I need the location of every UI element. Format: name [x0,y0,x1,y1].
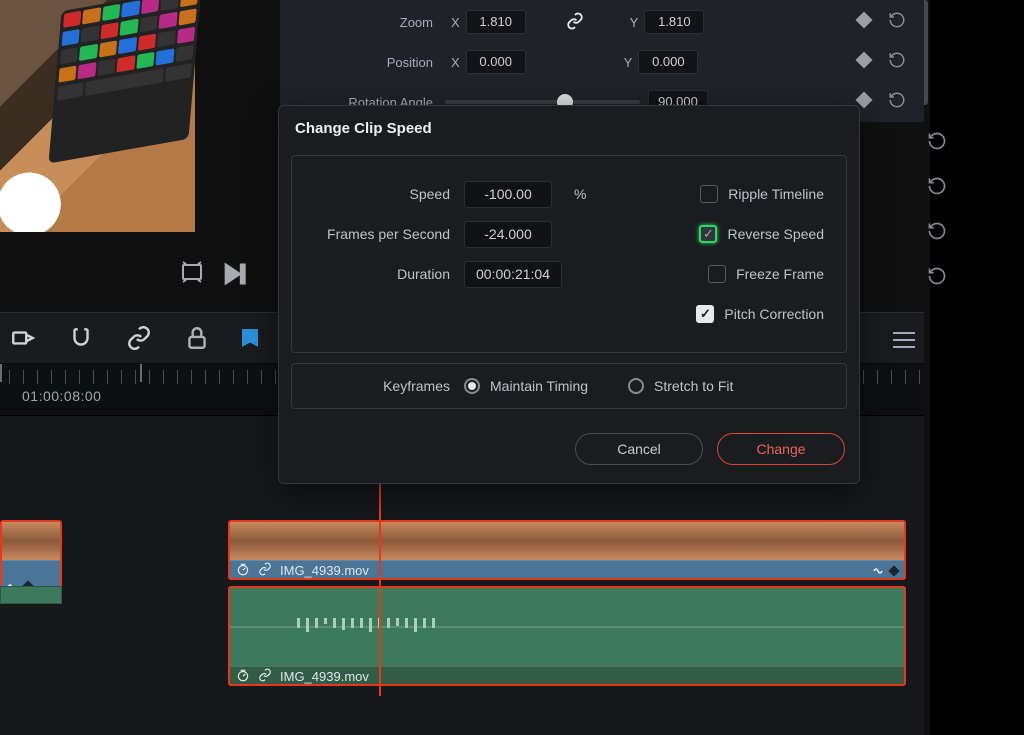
fps-label: Frames per Second [314,226,464,242]
speed-label: Speed [314,186,464,202]
audio-clip[interactable] [0,586,62,604]
zoom-y-input[interactable]: 1.810 [644,10,704,34]
snap-icon[interactable] [68,325,94,351]
video-clip[interactable]: IMG_4939.mov [228,520,906,580]
link-icon[interactable] [566,12,584,33]
duration-label: Duration [314,266,464,282]
lock-icon[interactable] [184,325,210,351]
freeze-frame-checkbox[interactable] [708,265,726,283]
reset-icon[interactable] [922,118,952,163]
pos-x-input[interactable]: 0.000 [466,50,526,74]
stretch-to-fit-radio[interactable] [628,378,644,394]
marker-icon[interactable] [242,329,258,347]
change-clip-speed-dialog: Change Clip Speed Speed -100.00 % Ripple… [278,105,860,484]
match-frame-icon[interactable] [180,260,208,284]
reset-icon[interactable] [888,51,906,69]
change-button[interactable]: Change [717,433,845,465]
rotation-slider[interactable] [445,100,640,104]
maintain-timing-radio[interactable] [464,378,480,394]
clip-name: IMG_4939.mov [280,563,369,578]
menu-icon[interactable] [884,320,924,360]
skip-forward-icon[interactable] [220,260,248,284]
fps-input[interactable]: -24.000 [464,221,552,248]
reset-icon[interactable] [888,11,906,29]
keyframe-diamond-icon[interactable] [856,12,873,29]
keyframes-label: Keyframes [314,378,464,394]
reverse-speed-checkbox[interactable] [699,225,717,243]
inspector-panel: Zoom X 1.810 Y 1.810 Position X 0.000 Y … [280,0,924,122]
pitch-correction-checkbox[interactable] [696,305,714,323]
speed-icon [236,562,250,579]
cancel-button[interactable]: Cancel [575,433,703,465]
dialog-title: Change Clip Speed [279,106,859,151]
reset-icon[interactable] [922,163,952,208]
ripple-timeline-checkbox[interactable] [700,185,718,203]
ruler-timecode: 01:00:08:00 [22,388,101,404]
video-clip[interactable] [0,520,62,580]
audio-clip[interactable]: IMG_4939.mov [228,586,906,686]
speed-input[interactable]: -100.00 [464,181,552,208]
reset-icon[interactable] [922,253,952,298]
pos-y-input[interactable]: 0.000 [638,50,698,74]
speed-icon [236,668,250,685]
link-icon [258,668,272,685]
duration-input[interactable]: 00:00:21:04 [464,261,562,288]
link-icon [258,562,272,579]
reset-icon[interactable] [922,208,952,253]
viewer-preview [0,0,195,232]
zoom-label: Zoom [280,15,445,30]
reset-icon[interactable] [888,91,906,109]
keyframe-diamond-icon[interactable] [856,52,873,69]
zoom-x-input[interactable]: 1.810 [466,10,526,34]
clip-name: IMG_4939.mov [280,669,369,684]
selection-tool[interactable] [10,325,36,351]
position-label: Position [280,55,445,70]
link-icon[interactable] [126,325,152,351]
